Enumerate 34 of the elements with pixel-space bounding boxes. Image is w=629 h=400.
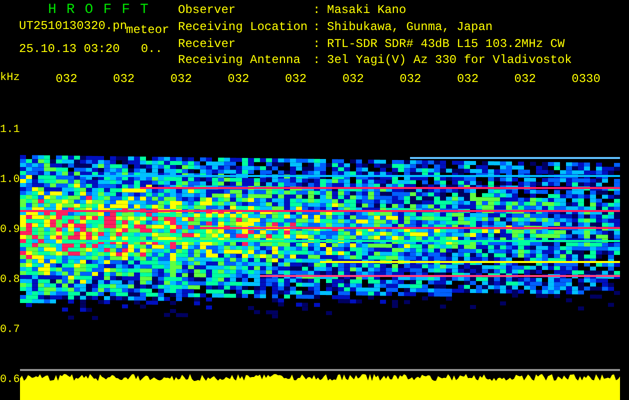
separator: : [313, 55, 322, 70]
frequency-label: 0.8 [0, 274, 20, 286]
frequency-label: 0.7 [0, 324, 20, 336]
time-label: 032 [228, 72, 250, 86]
separator: : [313, 5, 322, 19]
frequency-label: 1.1 [0, 124, 20, 136]
value-text: 0.. [140, 42, 162, 56]
mode-label: meteor [126, 22, 170, 38]
separator: : [313, 22, 322, 36]
time-label: 032 [514, 72, 537, 86]
timestamp: 25.10.13 03:20 [19, 42, 120, 56]
field-value: Masaki Kano [327, 5, 408, 19]
separator: : [313, 38, 322, 52]
field-label: Receiver [178, 38, 237, 52]
time-label: 032 [400, 72, 422, 86]
app-title: HROFFT [47, 2, 160, 18]
unit-label: kHz [0, 72, 21, 84]
field-label: Observer [178, 5, 237, 19]
time-label: 032 [56, 72, 78, 86]
time-label: 0330 [572, 72, 602, 86]
frequency-label: 1.0 [0, 174, 20, 186]
file-name: UT2510130320.pn [19, 18, 128, 33]
frequency-label: 0.9 [0, 224, 20, 236]
time-label: 032 [170, 72, 193, 86]
time-label: 032 [113, 72, 136, 86]
frequency-label: 0.6 [0, 374, 20, 386]
field-value: 3el Yagi(V) Az 330 for Vladivostok [327, 55, 572, 70]
time-label: 032 [456, 72, 480, 86]
field-value: Shibukawa, Gunma, Japan [327, 22, 494, 36]
field-label: Receiving Antenna [178, 55, 302, 70]
field-label: Receiving Location [178, 22, 309, 36]
time-label: 032 [284, 72, 308, 86]
time-label: 032 [342, 72, 365, 86]
field-value: RTL-SDR SDR# 43dB L15 103.2MHz CW [327, 38, 566, 52]
